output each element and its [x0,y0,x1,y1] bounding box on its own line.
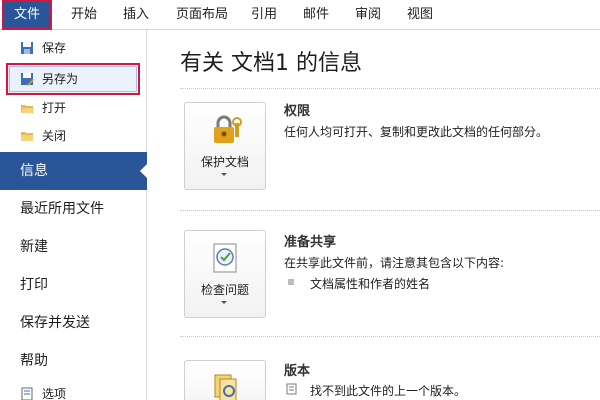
versions-heading: 版本 [284,364,311,379]
prepare-sharing-text: 在共享此文件前，请注意其包含以下内容: [284,256,505,270]
page-title: 有关 文档1 的信息 [180,51,362,76]
info-panel: 有关 文档1 的信息 保护文档 权限 任何人均可打开、复制和更改此文档的任何部分… [148,30,600,400]
tab-view[interactable]: 视图 [396,0,444,30]
close-folder-icon [21,132,33,141]
tab-page-layout[interactable]: 页面布局 [164,0,240,30]
save-as-label: 另存为 [42,72,79,86]
save-icon [21,42,33,54]
tab-insert[interactable]: 插入 [110,0,162,30]
options-icon [21,387,33,400]
permissions-heading: 权限 [284,104,311,119]
inspect-document-icon [213,243,237,273]
save-as-icon [21,73,34,86]
nav-new[interactable]: 新建 [0,228,147,266]
tab-references[interactable]: 引用 [240,0,288,30]
open-label: 打开 [42,101,67,115]
save-label: 保存 [42,41,67,55]
divider [180,210,600,211]
save-command[interactable]: 保存 [6,34,140,62]
tab-file[interactable]: 文件 [2,0,52,30]
nav-help[interactable]: 帮助 [0,342,147,380]
dropdown-arrow-icon [221,301,227,304]
dropdown-arrow-icon [221,173,227,176]
lock-key-icon [214,115,242,143]
check-for-issues-button[interactable]: 检查问题 [184,230,266,318]
close-command[interactable]: 关闭 [6,122,140,150]
versions-icon [214,374,237,400]
options-label: 选项 [42,387,67,400]
nav-recent[interactable]: 最近所用文件 [0,190,147,228]
protect-document-label: 保护文档 [200,155,249,169]
nav-info-label: 信息 [20,163,48,179]
options-command[interactable]: 选项 [6,380,140,400]
open-folder-icon [21,105,34,113]
versions-text: 找不到此文件的上一个版本。 [310,384,467,398]
prepare-sharing-heading: 准备共享 [284,235,337,250]
ribbon-tab-bar: 文件 开始 插入 页面布局 引用 邮件 审阅 视图 [0,0,600,30]
bullet-icon [288,279,294,285]
tab-mailings[interactable]: 邮件 [292,0,340,30]
nav-print[interactable]: 打印 [0,266,147,304]
save-as-command[interactable]: 另存为 [6,63,140,95]
permissions-text: 任何人均可打开、复制和更改此文档的任何部分。 [284,125,549,139]
document-icon [286,383,297,395]
nav-save-and-send[interactable]: 保存并发送 [0,304,147,342]
check-for-issues-label: 检查问题 [200,283,249,297]
active-pointer-icon [140,163,148,179]
divider [180,88,600,89]
tab-home[interactable]: 开始 [58,0,110,30]
open-command[interactable]: 打开 [6,94,140,122]
manage-versions-button[interactable] [184,360,266,400]
backstage-nav-pane: 保存 另存为 打开 关闭 信息 最近所用文件 新建 打印 保存并发送 帮助 选项 [0,30,148,400]
nav-info[interactable]: 信息 [0,152,148,190]
protect-document-button[interactable]: 保护文档 [184,102,266,190]
tab-review[interactable]: 审阅 [344,0,392,30]
prepare-sharing-item: 文档属性和作者的姓名 [310,277,431,291]
divider [180,336,600,337]
close-label: 关闭 [42,129,67,143]
